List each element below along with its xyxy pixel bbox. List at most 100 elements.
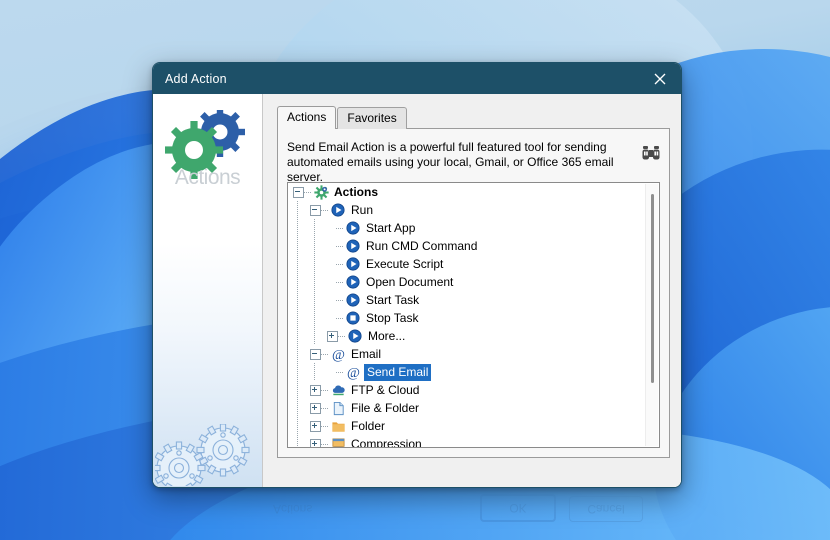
- tree-item-stop-task[interactable]: Stop Task: [288, 309, 659, 327]
- tree-item-actions[interactable]: Actions: [288, 183, 659, 201]
- tree-connector: [321, 425, 329, 427]
- at-icon: @: [330, 346, 346, 362]
- tree-item-label: Start Task: [366, 292, 420, 307]
- tree-guide-line: [314, 237, 315, 255]
- tree-item-label: File & Folder: [351, 400, 420, 415]
- tree-item-label: More...: [368, 328, 406, 343]
- tree-item-email[interactable]: @ Email: [288, 345, 659, 363]
- collapse-icon[interactable]: [310, 204, 321, 216]
- file-icon: [330, 400, 346, 416]
- dialog-body: Actions Actions Favorites Send Email Act…: [153, 94, 681, 487]
- tree-connector: [336, 299, 344, 301]
- tree-scrollbar[interactable]: [645, 184, 658, 446]
- play-icon: [345, 274, 361, 290]
- dialog-title: Add Action: [165, 71, 227, 86]
- tab-panel: Send Email Action is a powerful full fea…: [277, 128, 670, 458]
- tree-guide-line: [314, 327, 315, 345]
- tree-item-run-cmd-command[interactable]: Run CMD Command: [288, 237, 659, 255]
- tree-item-label: Folder: [351, 418, 386, 433]
- decorative-gears-icon: [153, 423, 259, 487]
- tree-item-label: Start App: [366, 220, 416, 235]
- tree-item-start-app[interactable]: Start App: [288, 219, 659, 237]
- tree-item-label: Stop Task: [366, 310, 419, 325]
- expand-icon[interactable]: [327, 330, 338, 342]
- gear-icon: [313, 184, 329, 200]
- collapse-icon[interactable]: [293, 186, 304, 198]
- tree-scrollbar-thumb[interactable]: [651, 193, 654, 383]
- logo-text: Actions: [174, 166, 241, 189]
- tree-connector: [336, 245, 344, 247]
- tree-item-compression[interactable]: Compression: [288, 435, 659, 447]
- svg-text:@: @: [332, 347, 345, 362]
- action-description: Send Email Action is a powerful full fea…: [287, 140, 614, 184]
- tree-item-send-email[interactable]: @ Send Email: [288, 363, 659, 381]
- tree-connector: [336, 227, 344, 229]
- binoculars-icon[interactable]: [642, 145, 660, 166]
- play-icon: [347, 328, 363, 344]
- tree-item-more[interactable]: More...: [288, 327, 659, 345]
- tree-item-ftp-cloud[interactable]: FTP & Cloud: [288, 381, 659, 399]
- tree-item-open-document[interactable]: Open Document: [288, 273, 659, 291]
- tree-node-list: Actions Run Start App Run CMD Command Execut…: [288, 183, 659, 447]
- tree-guide-line: [297, 309, 298, 327]
- tree-guide-line: [297, 273, 298, 291]
- tree-guide-line: [314, 255, 315, 273]
- close-icon[interactable]: [639, 63, 681, 94]
- dialog-footer: Actions OK Cancel: [153, 487, 681, 488]
- actions-tree[interactable]: Actions Run Start App Run CMD Command Execut…: [287, 182, 660, 448]
- expand-icon[interactable]: [310, 402, 321, 414]
- tree-item-label: Send Email: [364, 363, 432, 381]
- tab-favorites[interactable]: Favorites: [337, 107, 407, 129]
- tree-item-label: Execute Script: [366, 256, 444, 271]
- add-action-dialog: Add Action Actions Actions Favorites Sen…: [152, 62, 682, 488]
- tree-guide-line: [297, 417, 298, 435]
- expand-icon[interactable]: [310, 438, 321, 447]
- tree-item-label: Actions: [334, 184, 379, 199]
- tree-item-file-folder[interactable]: File & Folder: [288, 399, 659, 417]
- tree-connector: [336, 281, 344, 283]
- content-panel: Actions Favorites Send Email Action is a…: [263, 94, 681, 487]
- tree-item-label: Run CMD Command: [366, 238, 478, 253]
- tree-guide-line: [314, 309, 315, 327]
- dialog-titlebar: Add Action: [153, 63, 681, 94]
- tree-connector: [321, 389, 329, 391]
- tree-connector: [336, 317, 344, 319]
- collapse-icon[interactable]: [310, 348, 321, 360]
- play-icon: [345, 256, 361, 272]
- svg-text:@: @: [347, 365, 360, 380]
- tree-guide-line: [297, 399, 298, 417]
- tree-item-folder[interactable]: Folder: [288, 417, 659, 435]
- stop-icon: [345, 310, 361, 326]
- tree-guide-line: [297, 327, 298, 345]
- play-icon: [345, 292, 361, 308]
- tree-connector: [336, 263, 344, 265]
- expand-icon[interactable]: [310, 420, 321, 432]
- tree-connector: [321, 209, 329, 211]
- folder-icon: [330, 418, 346, 434]
- tree-item-execute-script[interactable]: Execute Script: [288, 255, 659, 273]
- tree-item-label: Compression: [351, 436, 422, 448]
- tab-actions[interactable]: Actions: [277, 106, 337, 129]
- tree-guide-line: [297, 255, 298, 273]
- tree-connector: [304, 191, 312, 193]
- tree-guide-line: [297, 381, 298, 399]
- play-icon: [330, 202, 346, 218]
- at-icon: @: [345, 364, 361, 380]
- tree-guide-line: [297, 291, 298, 309]
- cloud-icon: [330, 382, 346, 398]
- compression-icon: [330, 436, 346, 447]
- tree-guide-line: [314, 291, 315, 309]
- tree-item-label: FTP & Cloud: [351, 382, 420, 397]
- tree-guide-line: [314, 219, 315, 237]
- tree-connector: [336, 371, 344, 373]
- tree-scroll-area: Actions Run Start App Run CMD Command Execut…: [288, 183, 659, 447]
- branding-panel: Actions: [153, 94, 263, 487]
- tree-item-label: Run: [351, 202, 374, 217]
- tree-guide-line: [297, 237, 298, 255]
- tree-item-run[interactable]: Run: [288, 201, 659, 219]
- tree-item-start-task[interactable]: Start Task: [288, 291, 659, 309]
- tree-guide-line: [297, 201, 298, 219]
- expand-icon[interactable]: [310, 384, 321, 396]
- tree-item-label: Email: [351, 346, 382, 361]
- tab-strip: Actions Favorites: [277, 106, 681, 129]
